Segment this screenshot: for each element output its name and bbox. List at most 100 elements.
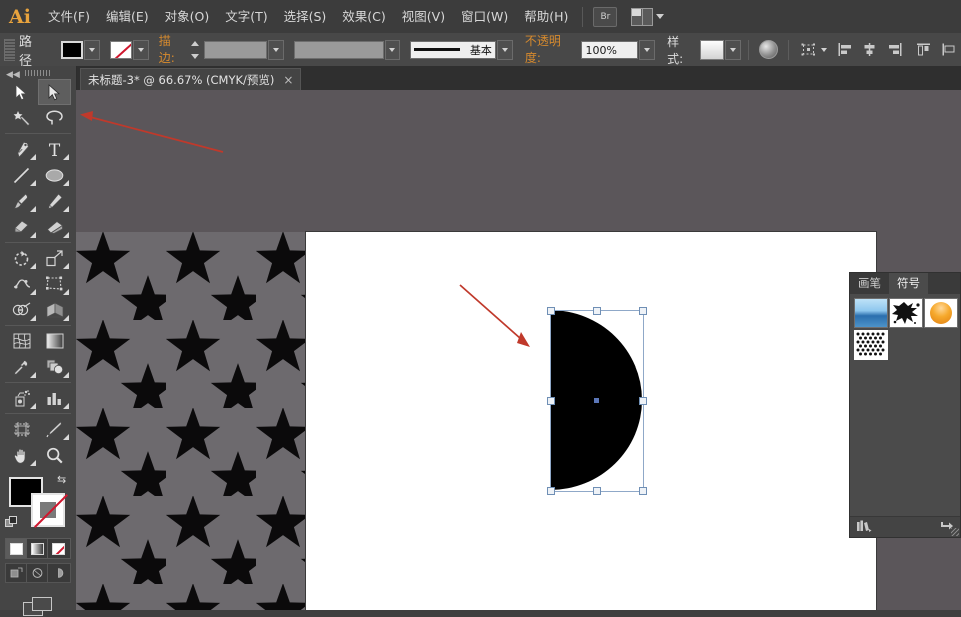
chevron-down-icon[interactable] — [821, 48, 827, 52]
close-icon[interactable]: × — [283, 74, 293, 86]
symbol-orange-orb[interactable] — [924, 298, 958, 328]
none-mode-button[interactable] — [48, 539, 69, 558]
opacity-dropdown[interactable] — [639, 40, 655, 60]
paintbrush-tool[interactable] — [5, 188, 38, 214]
stroke-color-control[interactable] — [110, 40, 149, 60]
gradient-mode-button[interactable] — [27, 539, 48, 558]
graphic-style-swatch[interactable] — [700, 40, 724, 60]
fill-dropdown-button[interactable] — [84, 40, 100, 60]
document-tab[interactable]: 未标题-3* @ 66.67% (CMYK/预览) × — [80, 68, 301, 90]
menu-select[interactable]: 选择(S) — [276, 0, 335, 33]
arrange-documents-icon — [631, 8, 653, 26]
tools-panel-grip[interactable] — [25, 70, 51, 76]
recolor-artwork-icon[interactable] — [759, 40, 778, 59]
blend-tool[interactable] — [38, 354, 71, 380]
menu-view[interactable]: 视图(V) — [394, 0, 453, 33]
perspective-grid-tool[interactable] — [38, 297, 71, 323]
handle-top-right — [639, 307, 647, 315]
control-bar-grip[interactable] — [4, 39, 15, 61]
symbols-panel[interactable]: 画笔 符号 — [849, 272, 961, 538]
solid-color-mode-button[interactable] — [6, 539, 27, 558]
menu-type[interactable]: 文字(T) — [217, 0, 275, 33]
menu-bar: Ai 文件(F) 编辑(E) 对象(O) 文字(T) 选择(S) 效果(C) 视… — [0, 0, 961, 34]
ellipse-tool[interactable] — [38, 162, 71, 188]
brush-definition-dropdown[interactable] — [497, 40, 513, 60]
graphic-style-dropdown[interactable] — [725, 40, 741, 60]
stroke-weight-dropdown[interactable] — [268, 40, 284, 60]
lasso-tool[interactable] — [38, 105, 71, 131]
panel-footer — [850, 516, 960, 537]
draw-normal-button[interactable] — [6, 564, 27, 582]
fill-color-control[interactable] — [61, 40, 100, 60]
width-tool[interactable] — [5, 271, 38, 297]
selected-object[interactable] — [550, 310, 644, 492]
align-top-icon[interactable] — [914, 40, 933, 59]
menu-effect[interactable]: 效果(C) — [334, 0, 393, 33]
bridge-icon[interactable]: Br — [593, 7, 617, 27]
symbol-dot-pattern[interactable] — [854, 330, 888, 360]
opacity-label[interactable]: 不透明度: — [525, 32, 577, 67]
symbol-ink-splat[interactable] — [889, 298, 923, 328]
swap-fill-stroke-icon[interactable]: ⇆ — [57, 473, 69, 485]
change-screen-mode-button[interactable] — [0, 597, 76, 617]
symbols-grid — [850, 294, 960, 362]
hand-tool[interactable] — [5, 442, 38, 468]
brush-definition-select[interactable]: 基本 — [410, 41, 496, 59]
eraser-tool[interactable] — [38, 214, 71, 240]
draw-behind-button[interactable] — [27, 564, 48, 582]
mesh-tool[interactable] — [5, 328, 38, 354]
free-transform-tool[interactable] — [38, 271, 71, 297]
symbol-sprayer-tool[interactable] — [5, 385, 38, 411]
pencil-tool[interactable] — [38, 188, 71, 214]
align-right-icon[interactable] — [885, 40, 904, 59]
variable-width-profile-dropdown[interactable] — [385, 40, 401, 60]
line-segment-tool[interactable] — [5, 162, 38, 188]
direct-selection-tool[interactable] — [38, 79, 71, 105]
symbol-blue-gradient[interactable] — [854, 298, 888, 328]
arrange-documents-button[interactable] — [631, 8, 664, 26]
default-fill-stroke-icon[interactable] — [5, 516, 18, 529]
stroke-label[interactable]: 描边: — [159, 32, 187, 67]
panel-resize-grip[interactable] — [951, 528, 959, 536]
align-left-icon[interactable] — [836, 40, 855, 59]
rotate-tool[interactable] — [5, 245, 38, 271]
symbol-libraries-icon[interactable] — [856, 519, 872, 535]
stroke-weight-stepper[interactable] — [191, 41, 202, 59]
menu-file[interactable]: 文件(F) — [40, 0, 98, 33]
menu-object[interactable]: 对象(O) — [157, 0, 218, 33]
pen-tool[interactable] — [5, 136, 38, 162]
draw-inside-button[interactable] — [48, 564, 69, 582]
handle-bottom-center — [593, 487, 601, 495]
opacity-input[interactable]: 100% — [581, 41, 639, 59]
tab-brushes[interactable]: 画笔 — [850, 273, 889, 294]
blob-brush-tool[interactable] — [5, 214, 38, 240]
transform-icon[interactable] — [799, 40, 818, 59]
star-pattern-svg — [76, 232, 306, 610]
magic-wand-tool[interactable] — [5, 105, 38, 131]
variable-width-profile-input[interactable] — [294, 41, 383, 59]
stroke-swatch[interactable] — [110, 41, 132, 59]
canvas-area[interactable] — [76, 90, 961, 610]
stroke-dropdown-button[interactable] — [133, 40, 149, 60]
menu-help[interactable]: 帮助(H) — [516, 0, 576, 33]
stroke-color-swatch[interactable] — [31, 493, 65, 527]
stroke-weight-input[interactable] — [204, 41, 268, 59]
scale-tool[interactable] — [38, 245, 71, 271]
brush-stroke-preview-icon — [414, 48, 460, 51]
menu-window[interactable]: 窗口(W) — [453, 0, 516, 33]
tab-symbols[interactable]: 符号 — [889, 273, 928, 294]
gradient-tool[interactable] — [38, 328, 71, 354]
shape-builder-tool[interactable] — [5, 297, 38, 323]
column-graph-tool[interactable] — [38, 385, 71, 411]
eyedropper-tool[interactable] — [5, 354, 38, 380]
align-center-icon[interactable] — [860, 40, 879, 59]
menu-edit[interactable]: 编辑(E) — [98, 0, 157, 33]
fill-swatch[interactable] — [61, 41, 83, 59]
selection-tool[interactable] — [5, 79, 38, 105]
brush-definition-value: 基本 — [470, 42, 492, 58]
artboard-tool[interactable] — [5, 416, 38, 442]
zoom-tool[interactable] — [38, 442, 71, 468]
type-tool[interactable]: T — [38, 136, 71, 162]
align-middle-icon[interactable] — [939, 40, 958, 59]
slice-tool[interactable] — [38, 416, 71, 442]
